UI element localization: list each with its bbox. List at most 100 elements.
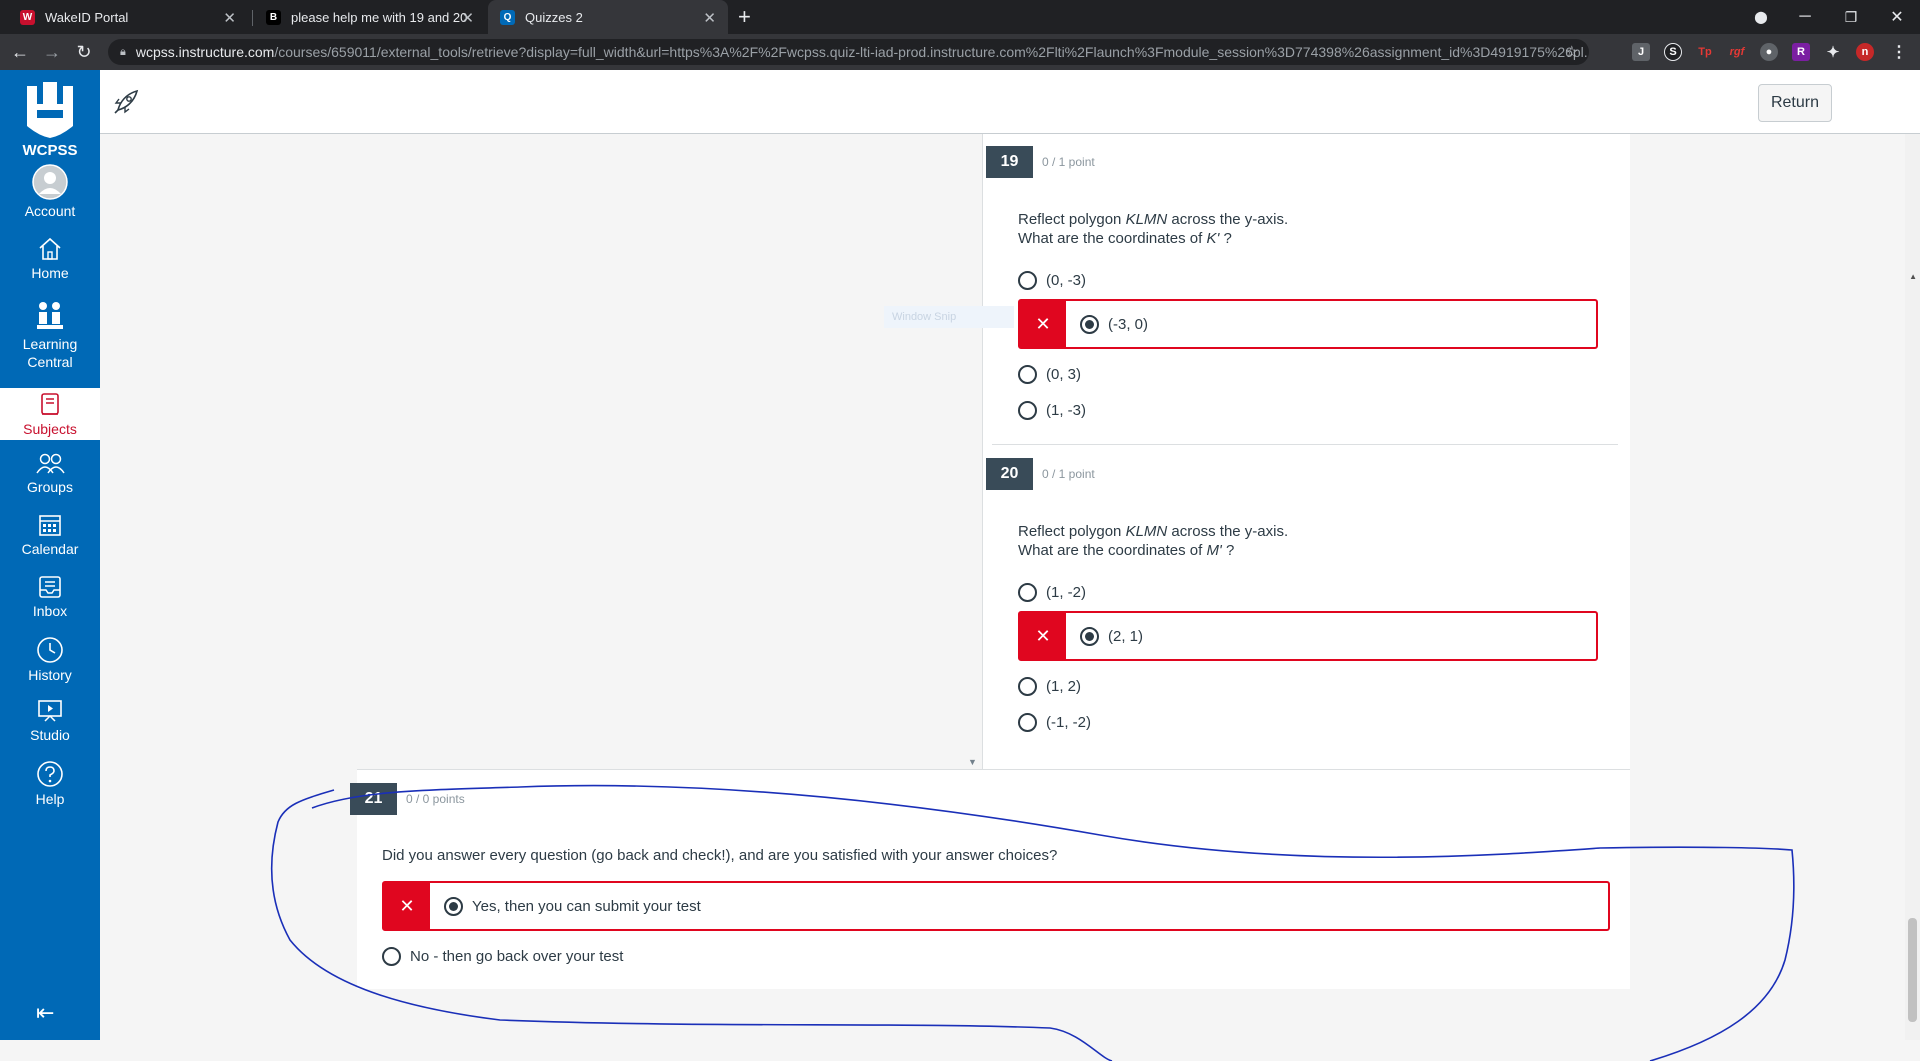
nav-learning-central[interactable]: Learning Central [0, 300, 100, 376]
page-scrollbar[interactable]: ▲ [1905, 134, 1920, 1040]
radio-button[interactable] [1018, 401, 1037, 420]
browser-tab-brainly[interactable]: B please help me with 19 and 20 - ✕ [254, 0, 486, 34]
radio-button[interactable] [1018, 583, 1037, 602]
nav-label: History [28, 667, 72, 683]
nav-label: Studio [30, 727, 70, 743]
extension-circle-icon[interactable]: ● [1760, 43, 1778, 61]
selected-incorrect-answer[interactable]: ✕ (2, 1) [1018, 611, 1598, 661]
radio-button[interactable] [382, 947, 401, 966]
nav-label: Account [24, 203, 76, 219]
extension-r-icon[interactable]: R [1792, 43, 1810, 61]
extension-tp-icon[interactable]: Tp [1696, 43, 1714, 61]
browser-tab-wakeid[interactable]: W WakeID Portal ✕ [8, 0, 248, 34]
wcpss-logo-icon [27, 82, 73, 138]
pane-divider [982, 134, 983, 769]
q-text-italic: K' [1206, 230, 1220, 247]
nav-inbox[interactable]: Inbox [0, 574, 100, 624]
tab-search-icon[interactable]: ⬤ [1738, 0, 1784, 34]
option-label: (1, -3) [1046, 402, 1087, 419]
back-icon[interactable]: ← [8, 40, 32, 64]
answer-option[interactable]: (-1, -2) [1018, 713, 1091, 732]
extension-rgf-icon[interactable]: rgf [1728, 43, 1746, 61]
q-text-italic: M' [1206, 542, 1222, 559]
browser-menu-icon[interactable]: ⋮ [1890, 43, 1908, 61]
help-icon [37, 761, 63, 787]
radio-button[interactable] [1018, 365, 1037, 384]
studio-icon [38, 700, 62, 722]
nav-label: Home [31, 265, 69, 281]
new-tab-icon[interactable]: + [738, 4, 751, 30]
nav-account[interactable]: Account [0, 164, 100, 224]
nav-subjects[interactable]: Subjects [0, 388, 100, 440]
q-text-part: ? [1221, 542, 1235, 559]
close-window-icon[interactable]: ✕ [1874, 0, 1920, 34]
address-bar[interactable]: 🔒︎ wcpss.instructure.com /courses/659011… [108, 39, 1589, 65]
answer-option[interactable]: No - then go back over your test [382, 947, 623, 966]
selected-incorrect-answer[interactable]: ✕ (-3, 0) [1018, 299, 1598, 349]
close-tab-icon[interactable]: ✕ [223, 9, 236, 27]
answer-option[interactable]: (1, 2) [1018, 677, 1081, 696]
bookmark-star-icon[interactable]: ☆ [1565, 42, 1579, 62]
quiz-top-bar: Return [100, 70, 1920, 134]
radio-button-selected[interactable] [444, 896, 463, 916]
nav-help[interactable]: Help [0, 760, 100, 810]
extension-s-icon[interactable]: S [1664, 43, 1682, 61]
return-button[interactable]: Return [1757, 84, 1832, 122]
q-text-part: What are the coordinates of [1018, 542, 1207, 559]
url-path: /courses/659011/external_tools/retrieve?… [274, 44, 1589, 60]
page-scrollbar-thumb[interactable] [1908, 918, 1917, 1022]
rocket-icon [114, 89, 139, 114]
stimulus-pane [357, 134, 982, 769]
answer-option[interactable]: (0, 3) [1018, 365, 1081, 384]
nav-groups[interactable]: Groups [0, 452, 100, 502]
nav-home[interactable]: Home [0, 236, 100, 286]
collapse-nav-icon[interactable]: ⇤ [36, 1000, 54, 1026]
question-separator [992, 444, 1618, 445]
scroll-up-icon[interactable]: ▲ [1909, 272, 1917, 281]
close-tab-icon[interactable]: ✕ [461, 9, 474, 27]
incorrect-x-icon: ✕ [384, 883, 430, 929]
option-label: Yes, then you can submit your test [472, 897, 701, 915]
browser-tab-quizzes[interactable]: Q Quizzes 2 ✕ [488, 0, 728, 34]
option-label: (-1, -2) [1046, 714, 1091, 731]
window-snip-overlay: Window Snip [884, 306, 1014, 328]
radio-button[interactable] [1018, 271, 1037, 290]
question-number: 19 [986, 146, 1033, 178]
tab-title: WakeID Portal [45, 9, 129, 25]
restore-icon[interactable]: ❐ [1828, 0, 1874, 34]
nav-label: Calendar [21, 541, 79, 557]
nav-calendar[interactable]: Calendar [0, 512, 100, 562]
groups-icon [36, 453, 65, 474]
extension-j-icon[interactable]: J [1632, 43, 1650, 61]
question-number: 21 [350, 783, 397, 815]
answer-option[interactable]: (0, -3) [1018, 271, 1086, 290]
pane-scroll-down-icon[interactable]: ▼ [968, 757, 977, 767]
lock-icon: 🔒︎ [120, 46, 126, 58]
selected-incorrect-answer[interactable]: ✕ Yes, then you can submit your test [382, 881, 1610, 931]
forward-icon[interactable]: → [40, 40, 64, 64]
radio-button-selected[interactable] [1080, 314, 1099, 334]
minimize-icon[interactable]: ─ [1782, 0, 1828, 34]
q-text-italic: KLMN [1125, 211, 1168, 228]
question-text: Did you answer every question (go back a… [382, 847, 1058, 864]
wakeid-favicon-icon: W [20, 9, 35, 25]
radio-button-selected[interactable] [1080, 626, 1099, 646]
extensions-puzzle-icon[interactable]: ✦ [1824, 43, 1842, 61]
reload-icon[interactable]: ↻ [72, 40, 96, 64]
nav-label: Learning Central [22, 336, 78, 370]
question-text: Reflect polygon KLMN across the y-axis. … [1018, 522, 1288, 560]
answer-option[interactable]: (1, -2) [1018, 583, 1086, 602]
close-tab-icon[interactable]: ✕ [703, 9, 716, 27]
calendar-icon [39, 515, 61, 536]
nav-label: Groups [27, 479, 73, 495]
answer-option[interactable]: (1, -3) [1018, 401, 1086, 420]
radio-button[interactable] [1018, 677, 1037, 696]
browser-tab-bar: W WakeID Portal ✕ B please help me with … [0, 0, 1920, 34]
wcpss-logo[interactable]: WCPSS [13, 80, 87, 159]
question-number: 20 [986, 458, 1033, 490]
subjects-icon [41, 393, 59, 415]
radio-button[interactable] [1018, 713, 1037, 732]
profile-avatar-icon[interactable]: n [1856, 43, 1874, 61]
nav-history[interactable]: History [0, 636, 100, 686]
nav-studio[interactable]: Studio [0, 698, 100, 748]
